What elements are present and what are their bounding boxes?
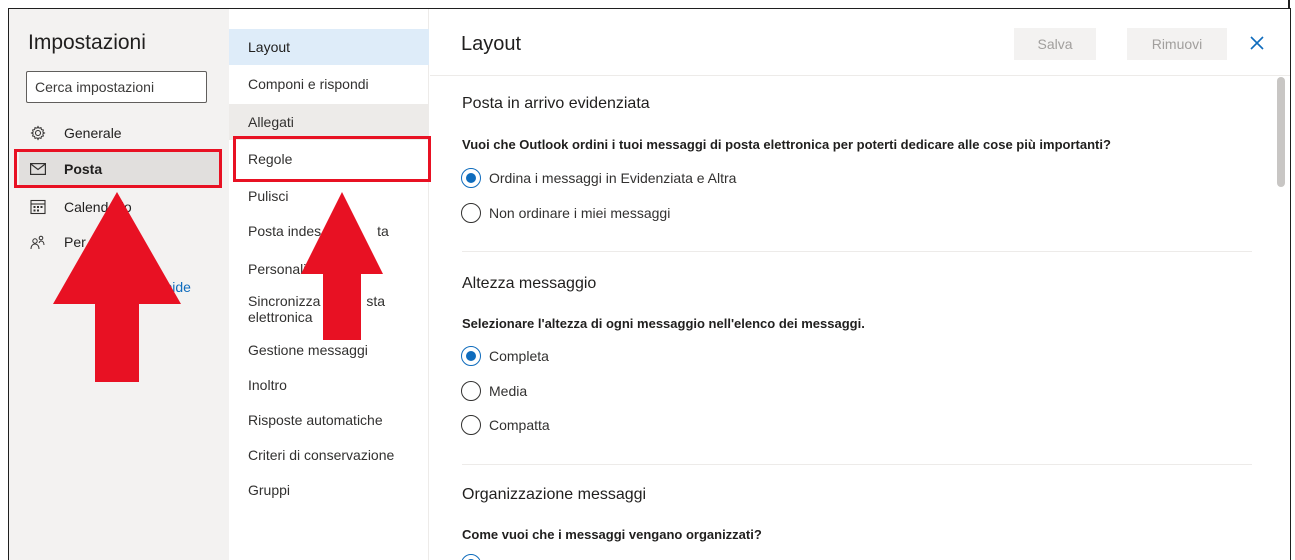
- section-heading-focused-inbox: Posta in arrivo evidenziata: [462, 95, 650, 112]
- message-height-question: Selezionare l'altezza di ogni messaggio …: [462, 316, 865, 331]
- layout-settings-panel: Layout Salva Rimuovi Posta in arrivo evi…: [430, 9, 1290, 560]
- radio-height-compact[interactable]: Compatta: [461, 415, 550, 435]
- mid-item-componi[interactable]: Componi e rispondi: [229, 73, 429, 95]
- people-icon: [26, 233, 50, 251]
- section-divider: [462, 464, 1252, 465]
- close-icon[interactable]: [1245, 31, 1269, 55]
- mid-item-risposte-automatiche[interactable]: Risposte automatiche: [229, 409, 429, 431]
- highlight-posta: [14, 149, 222, 188]
- search-settings-input[interactable]: [26, 71, 207, 103]
- radio-label: Completa: [489, 348, 549, 364]
- mid-item-allegati[interactable]: Allegati: [229, 104, 429, 140]
- radio-sort-focused[interactable]: Ordina i messaggi in Evidenziata e Altra: [461, 168, 736, 188]
- radio-organization-partial[interactable]: [461, 554, 489, 560]
- radio-button[interactable]: [461, 203, 481, 223]
- mid-item-inoltro[interactable]: Inoltro: [229, 374, 429, 396]
- focused-inbox-question: Vuoi che Outlook ordini i tuoi messaggi …: [462, 137, 1111, 152]
- radio-label: Media: [489, 383, 528, 399]
- save-button[interactable]: Salva: [1014, 28, 1096, 60]
- section-heading-message-organization: Organizzazione messaggi: [462, 486, 647, 503]
- nav-item-generale[interactable]: Generale: [19, 116, 221, 150]
- message-organization-question: Come vuoi che i messaggi vengano organiz…: [462, 527, 762, 542]
- nav-item-label: Generale: [64, 125, 122, 141]
- radio-label: Non ordinare i miei messaggi: [489, 205, 671, 221]
- radio-height-full[interactable]: Completa: [461, 346, 549, 366]
- annotation-arrow-up-regole: [301, 192, 383, 340]
- radio-button-selected[interactable]: [461, 554, 481, 560]
- section-heading-message-height: Altezza messaggio: [462, 275, 597, 292]
- radio-button-selected[interactable]: [461, 346, 481, 366]
- gear-icon: [26, 124, 50, 142]
- panel-title: Layout: [461, 33, 522, 55]
- radio-height-medium[interactable]: Media: [461, 381, 527, 401]
- mid-item-gruppi[interactable]: Gruppi: [229, 479, 429, 501]
- header-divider: [430, 75, 1290, 76]
- radio-button[interactable]: [461, 415, 481, 435]
- radio-button[interactable]: [461, 381, 481, 401]
- remove-button[interactable]: Rimuovi: [1127, 28, 1227, 60]
- calendar-icon: [26, 198, 50, 216]
- highlight-regole: [233, 136, 431, 182]
- mid-item-layout[interactable]: Layout: [229, 29, 429, 65]
- radio-button-selected[interactable]: [461, 168, 481, 188]
- radio-label: Compatta: [489, 417, 550, 433]
- radio-label: Ordina i messaggi in Evidenziata e Altra: [489, 170, 737, 186]
- mid-item-gestione[interactable]: Gestione messaggi: [229, 339, 429, 361]
- annotation-arrow-up-posta: [53, 192, 181, 382]
- radio-dont-sort[interactable]: Non ordinare i miei messaggi: [461, 203, 670, 223]
- scrollbar-thumb[interactable]: [1277, 77, 1285, 187]
- settings-title: Impostazioni: [28, 31, 146, 54]
- section-divider: [462, 251, 1252, 252]
- mid-item-criteri[interactable]: Criteri di conservazione: [229, 444, 429, 466]
- settings-dialog: Impostazioni Generale Posta Calendario P: [8, 8, 1291, 560]
